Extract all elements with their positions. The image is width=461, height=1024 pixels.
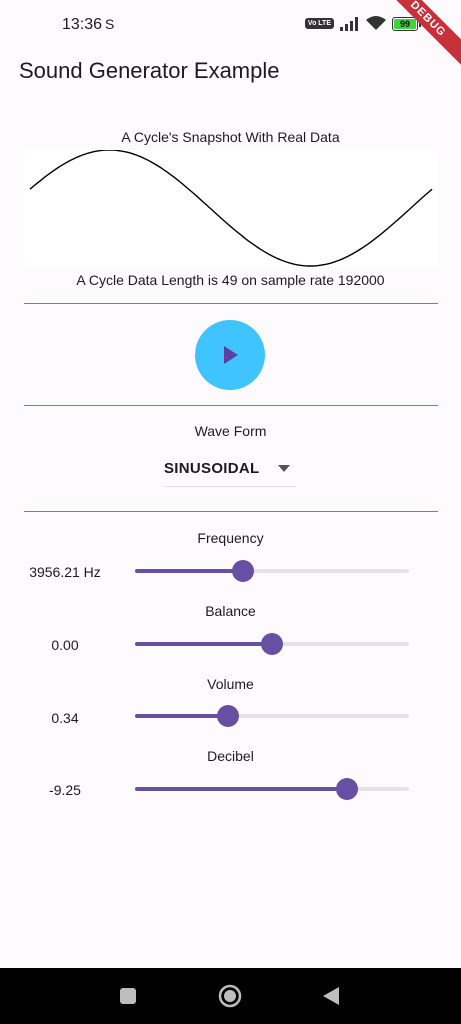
balance-slider[interactable] [135, 630, 409, 658]
decibel-slider[interactable] [135, 775, 409, 803]
frequency-value: 3956.21 Hz [29, 564, 101, 580]
debug-banner: DEBUG [375, 0, 461, 72]
wave-form-selected: SINUSOIDAL [164, 460, 260, 477]
decibel-value: -9.25 [49, 782, 81, 798]
waveform-title: A Cycle's Snapshot With Real Data [121, 129, 340, 145]
home-icon[interactable] [218, 984, 242, 1008]
wave-form-dropdown[interactable]: SINUSOIDAL [164, 452, 296, 487]
waveform-line [29, 150, 433, 267]
navigation-bar [0, 968, 461, 1024]
wave-form-label: Wave Form [194, 423, 267, 439]
divider [24, 511, 438, 512]
recents-icon[interactable] [119, 987, 137, 1005]
play-icon [223, 346, 238, 364]
status-bar: 13:36 S Vo LTE 99 DEBUG [0, 0, 461, 72]
status-time: 13:36 [62, 16, 103, 33]
decibel-title: Decibel [207, 748, 254, 764]
volte-icon: Vo LTE [304, 18, 334, 29]
waveform-caption: A Cycle Data Length is 49 on sample rate… [76, 272, 385, 288]
volume-slider[interactable] [135, 702, 409, 730]
notification-icon: S [105, 16, 115, 32]
decibel-slider-thumb[interactable] [335, 778, 358, 800]
status-icons: Vo LTE 99 [304, 16, 421, 31]
signal-icon [340, 16, 358, 31]
divider [24, 405, 438, 406]
waveform-preview [24, 150, 438, 267]
back-icon[interactable] [322, 986, 340, 1006]
frequency-slider-thumb[interactable] [231, 560, 254, 582]
play-button[interactable] [195, 320, 265, 390]
balance-value: 0.00 [51, 637, 79, 653]
battery-level: 99 [399, 18, 410, 29]
dropdown-arrow-icon [278, 465, 290, 472]
wifi-icon [366, 16, 386, 30]
frequency-slider[interactable] [135, 557, 409, 585]
app-title: Sound Generator Example [19, 58, 280, 83]
frequency-title: Frequency [197, 530, 264, 546]
volume-title: Volume [207, 676, 254, 692]
volume-slider-thumb[interactable] [217, 705, 240, 727]
balance-title: Balance [205, 603, 256, 619]
divider [24, 303, 438, 304]
volume-value: 0.34 [51, 710, 79, 726]
balance-slider-thumb[interactable] [261, 633, 283, 655]
